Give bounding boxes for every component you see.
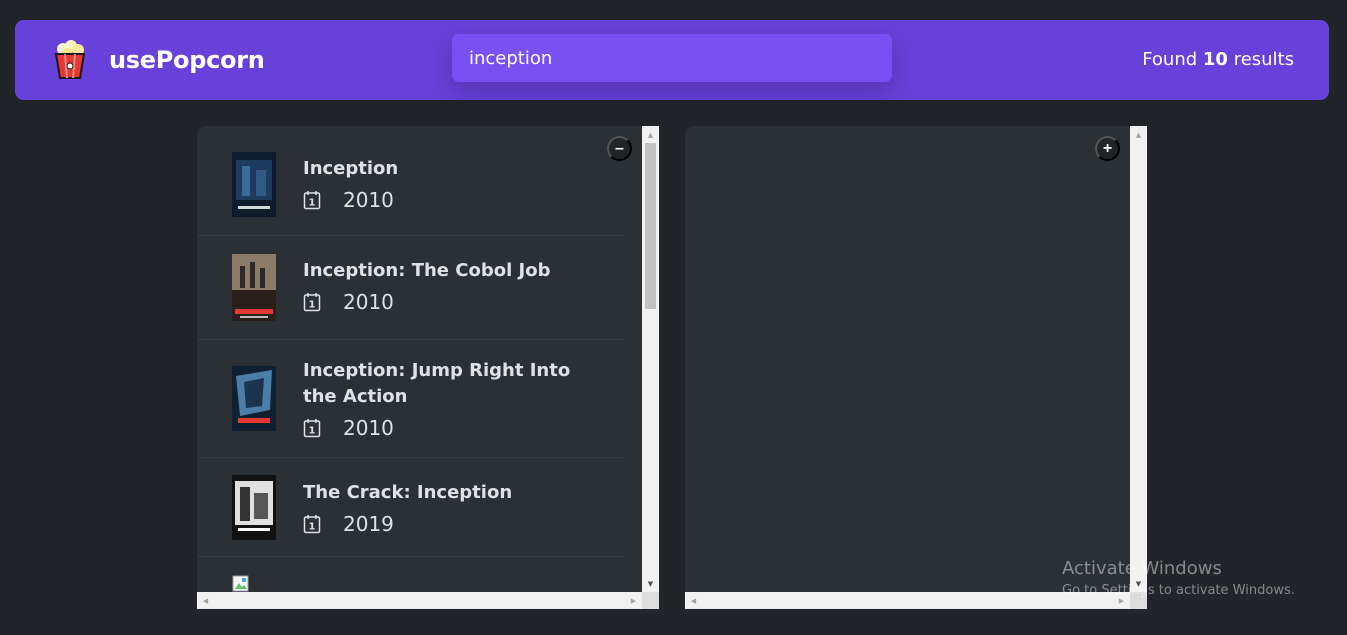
list-item[interactable]: Inception 1 2010 (197, 126, 625, 236)
movie-year-row: 1 2010 (303, 188, 625, 212)
horizontal-scrollbar[interactable]: ◀ ▶ (197, 592, 642, 609)
movie-title: Inception: The Cobol Job (303, 260, 551, 281)
scroll-up-arrow-icon[interactable]: ▲ (1130, 126, 1147, 143)
movie-poster (232, 152, 276, 217)
movie-year: 2010 (343, 416, 394, 440)
list-item[interactable]: Inception: The Cobol Job 1 2010 (197, 236, 625, 340)
movie-list-box[interactable]: Inception 1 2010 Inception: The Cobol Jo… (197, 126, 659, 609)
watermark-subtitle: Go to Settings to activate Windows. (1062, 583, 1295, 598)
calendar-icon: 1 (303, 293, 321, 312)
windows-activation-watermark: Activate Windows Go to Settings to activ… (1062, 558, 1295, 598)
vertical-scrollbar[interactable]: ▲ ▼ (642, 126, 659, 592)
watched-box[interactable]: + ▲ ▼ ◀ ▶ (685, 126, 1147, 609)
search-input[interactable] (452, 34, 892, 82)
svg-text:1: 1 (309, 300, 316, 311)
scrollbar-corner (642, 592, 659, 609)
movie-title: The Crack: Inception (303, 482, 513, 503)
navbar: usePopcorn Found 10 results (15, 20, 1329, 100)
movie-year-row: 1 2010 (303, 416, 625, 440)
results-prefix: Found (1142, 49, 1203, 70)
list-item[interactable]: Inception: Jump Right Into the Action 1 … (197, 340, 625, 458)
results-number: 10 (1202, 49, 1228, 70)
calendar-icon: 1 (303, 515, 321, 534)
expand-watched-button[interactable]: + (1095, 136, 1120, 161)
broken-image-icon (232, 575, 249, 592)
movie-year: 2010 (343, 188, 394, 212)
movie-poster (232, 366, 276, 431)
movie-title: Inception (303, 158, 399, 179)
svg-text:1: 1 (309, 522, 316, 533)
scroll-down-arrow-icon[interactable]: ▼ (642, 575, 659, 592)
movie-list: Inception 1 2010 Inception: The Cobol Jo… (197, 126, 625, 609)
vertical-scrollbar[interactable]: ▲ ▼ (1130, 126, 1147, 592)
movie-year-row: 1 2010 (303, 290, 625, 314)
results-suffix: results (1227, 49, 1294, 70)
movie-title: Inception: Jump Right Into the Action (303, 360, 571, 407)
popcorn-icon (54, 40, 86, 79)
svg-text:1: 1 (309, 426, 316, 437)
scrollbar-thumb[interactable] (645, 143, 656, 309)
list-item[interactable]: The Crack: Inception 1 2019 (197, 458, 625, 557)
svg-text:1: 1 (309, 198, 316, 209)
scroll-up-arrow-icon[interactable]: ▲ (642, 126, 659, 143)
scroll-left-arrow-icon[interactable]: ◀ (685, 592, 702, 609)
movie-poster (232, 254, 276, 321)
calendar-icon: 1 (303, 191, 321, 210)
scroll-left-arrow-icon[interactable]: ◀ (197, 592, 214, 609)
movie-year: 2019 (343, 512, 394, 536)
collapse-list-button[interactable]: – (607, 136, 632, 161)
calendar-icon: 1 (303, 419, 321, 438)
movie-year: 2010 (343, 290, 394, 314)
logo: usePopcorn (53, 40, 265, 80)
watermark-title: Activate Windows (1062, 558, 1222, 579)
results-count: Found 10 results (1142, 49, 1294, 70)
movie-poster (232, 475, 276, 540)
scroll-right-arrow-icon[interactable]: ▶ (625, 592, 642, 609)
logo-text: usePopcorn (109, 46, 265, 74)
movie-year-row: 1 2019 (303, 512, 625, 536)
